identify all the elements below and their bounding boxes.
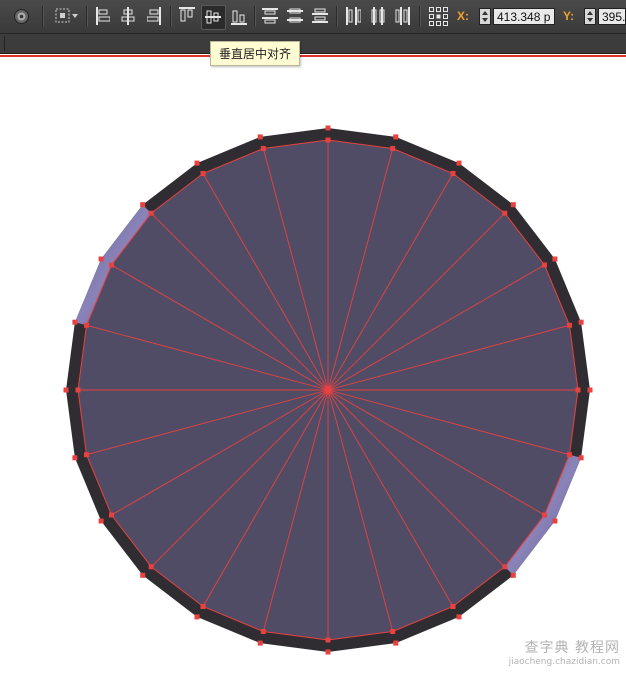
distribute-vertical-center-icon[interactable] (287, 7, 303, 25)
outer-anchor-point (587, 387, 593, 393)
outer-anchor-point (98, 518, 104, 524)
outer-anchor-point (552, 256, 558, 262)
outer-anchor-point (194, 160, 200, 166)
inner-anchor-point (502, 564, 508, 570)
distribute-top-icon[interactable] (262, 7, 278, 25)
inner-anchor-point (542, 512, 547, 518)
outer-anchor-point (98, 256, 104, 262)
inner-anchor-point (200, 171, 206, 176)
distribute-right-icon[interactable] (395, 7, 411, 25)
align-top-icon[interactable] (179, 7, 195, 25)
inner-anchor-point (575, 387, 581, 393)
inner-anchor-point (325, 137, 331, 143)
inner-anchor-point (450, 171, 456, 176)
outer-anchor-point (456, 614, 462, 620)
outer-anchor-point (578, 319, 584, 325)
inner-anchor-point (390, 629, 396, 634)
align-vertical-center-icon[interactable] (205, 9, 221, 25)
watermark-title: 查字典 教程网 (524, 640, 620, 656)
outer-anchor-point (257, 640, 263, 646)
distribute-bottom-icon[interactable] (312, 7, 328, 25)
inner-anchor-point (75, 387, 81, 393)
x-coordinate-input[interactable]: 413.348 p (493, 8, 555, 25)
outer-anchor-point (72, 455, 78, 461)
inner-anchor-point (260, 629, 266, 634)
x-label: X: (457, 9, 469, 23)
center-anchor-point (325, 387, 331, 393)
inner-anchor-point (502, 210, 508, 216)
y-label: Y: (563, 9, 575, 23)
reference-point-icon[interactable] (429, 7, 448, 26)
inner-anchor-point (148, 564, 154, 570)
inner-anchor-point (109, 262, 114, 268)
outer-anchor-point (72, 319, 78, 325)
align-right-icon[interactable] (147, 7, 161, 25)
inner-anchor-point (567, 452, 572, 458)
align-horizontal-center-icon[interactable] (121, 7, 135, 25)
outer-anchor-point (140, 202, 146, 208)
watermark-url: jiaocheng.chazidian.com (508, 657, 620, 667)
outer-anchor-point (325, 649, 331, 655)
document-tab-bar (0, 34, 626, 54)
outer-anchor-point (393, 134, 399, 140)
transform-reference-icon[interactable] (55, 8, 81, 24)
watermark: 查字典 教程网 jiaocheng.chazidian.com (509, 637, 620, 667)
artboard-canvas[interactable] (0, 57, 626, 669)
outer-anchor-point (393, 640, 399, 646)
inner-anchor-point (325, 637, 331, 643)
outer-anchor-point (194, 614, 200, 620)
outer-anchor-point (325, 125, 331, 131)
outer-anchor-point (456, 160, 462, 166)
tooltip: 垂直居中对齐 (210, 41, 301, 66)
inner-anchor-point (109, 512, 114, 518)
y-stepper[interactable] (584, 8, 596, 25)
align-left-icon[interactable] (96, 7, 110, 25)
align-bottom-icon[interactable] (231, 7, 247, 25)
inner-anchor-point (260, 146, 266, 151)
control-bar: X: 413.348 p Y: 395. (0, 0, 626, 34)
outer-anchor-point (510, 572, 516, 578)
inner-anchor-point (200, 604, 206, 609)
x-stepper[interactable] (479, 8, 491, 25)
artwork (63, 125, 593, 655)
outer-anchor-point (63, 387, 69, 393)
outer-anchor-point (578, 455, 584, 461)
inner-anchor-point (84, 452, 89, 458)
inner-anchor-point (148, 210, 154, 216)
outer-anchor-point (257, 134, 263, 140)
inner-anchor-point (542, 262, 547, 268)
outer-anchor-point (510, 202, 516, 208)
y-coordinate-input[interactable]: 395. (598, 8, 626, 25)
tab-divider (4, 36, 5, 51)
distribute-left-icon[interactable] (345, 7, 361, 25)
appearance-icon[interactable] (13, 8, 30, 25)
inner-anchor-point (567, 322, 572, 328)
outer-anchor-point (140, 572, 146, 578)
distribute-horizontal-center-icon[interactable] (370, 7, 386, 25)
outer-anchor-point (552, 518, 558, 524)
inner-anchor-point (390, 146, 396, 151)
inner-anchor-point (450, 604, 456, 609)
inner-anchor-point (84, 322, 89, 328)
